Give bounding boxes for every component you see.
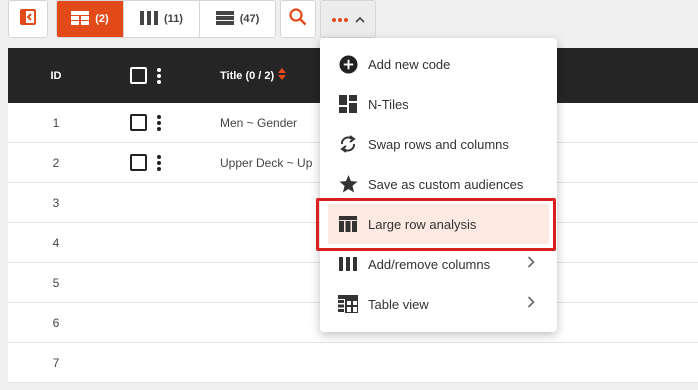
chevron-right-icon	[527, 296, 535, 311]
header-title[interactable]: Title (0 / 2)	[186, 68, 287, 83]
tab-count: (11)	[164, 13, 183, 25]
more-options-menu: Add new code N-Tiles Swap rows and colum…	[320, 38, 557, 332]
menu-item-label: Table view	[368, 296, 429, 312]
menu-item-table-view[interactable]: Table view	[320, 284, 557, 324]
chevron-right-icon	[527, 256, 535, 271]
row-title: Men ~ Gender	[220, 115, 298, 130]
row-kebab-icon[interactable]	[157, 154, 161, 171]
row-id: 4	[52, 235, 60, 250]
columns-icon	[140, 10, 159, 28]
row-id: 6	[52, 315, 60, 330]
search-icon	[289, 7, 307, 31]
header-id: ID	[50, 69, 62, 82]
add-circle-icon	[338, 54, 358, 74]
menu-item-label: Swap rows and columns	[368, 136, 509, 152]
row-controls	[104, 154, 186, 171]
row-checkbox[interactable]	[130, 114, 147, 131]
search-button[interactable]	[280, 0, 316, 38]
row-title: Upper Deck ~ Up	[220, 155, 313, 170]
tiles-icon	[338, 94, 358, 114]
menu-item-large-row-analysis[interactable]: Large row analysis	[328, 204, 549, 244]
header-kebab-icon[interactable]	[157, 67, 161, 84]
menu-item-swap-rows-columns[interactable]: Swap rows and columns	[320, 124, 557, 164]
menu-item-add-new-code[interactable]: Add new code	[320, 44, 557, 84]
tab-count: (47)	[239, 13, 260, 25]
row-id: 1	[52, 115, 60, 130]
header-controls	[104, 67, 186, 84]
list-rows-icon	[215, 10, 234, 28]
more-options-button[interactable]	[320, 0, 376, 38]
row-id: 3	[52, 195, 60, 210]
chevron-up-icon	[355, 10, 365, 28]
header-title-label: Title (0 / 2)	[220, 69, 275, 82]
swap-icon	[338, 134, 358, 154]
table-icon	[338, 214, 358, 234]
view-tabs: (2) (11) (47)	[56, 0, 276, 38]
tab-count: (2)	[95, 13, 109, 25]
menu-item-add-remove-columns[interactable]: Add/remove columns	[320, 244, 557, 284]
menu-item-label: N-Tiles	[368, 96, 409, 112]
tab-list-view[interactable]: (47)	[200, 1, 275, 37]
row-controls	[104, 114, 186, 131]
star-icon	[338, 174, 358, 194]
row-id: 5	[52, 275, 60, 290]
columns-icon	[338, 254, 358, 274]
menu-item-label: Large row analysis	[368, 216, 477, 232]
tab-rows-view[interactable]: (2)	[57, 1, 124, 37]
menu-item-n-tiles[interactable]: N-Tiles	[320, 84, 557, 124]
row-checkbox[interactable]	[130, 154, 147, 171]
table-rows-icon	[71, 10, 90, 28]
menu-item-save-custom-audiences[interactable]: Save as custom audiences	[320, 164, 557, 204]
select-all-checkbox[interactable]	[130, 67, 147, 84]
menu-item-label: Add new code	[368, 56, 451, 72]
back-button[interactable]	[8, 0, 48, 38]
table-view-icon	[338, 294, 358, 314]
table-row: 7	[8, 343, 698, 383]
row-id: 7	[52, 355, 60, 370]
tab-columns-view[interactable]: (11)	[124, 1, 200, 37]
sort-icon[interactable]	[278, 68, 287, 83]
row-id: 2	[52, 155, 60, 170]
sidebar-toggle-icon	[20, 8, 36, 30]
menu-item-label: Add/remove columns	[368, 256, 491, 272]
menu-item-label: Save as custom audiences	[368, 176, 524, 192]
more-horizontal-icon	[331, 10, 349, 28]
row-kebab-icon[interactable]	[157, 114, 161, 131]
